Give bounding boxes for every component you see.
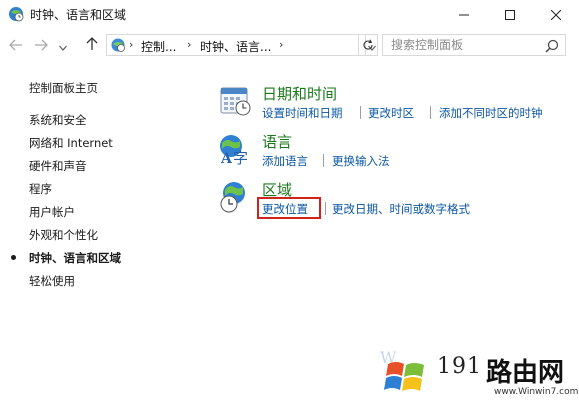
watermark: W 191 路由网 www.Winwin7.com bbox=[378, 348, 579, 406]
up-button[interactable] bbox=[82, 35, 102, 55]
up-arrow-icon bbox=[86, 36, 98, 55]
sidebar-item-clock-language-region[interactable]: 时钟、语言和区域 bbox=[29, 250, 121, 266]
control-panel-icon bbox=[110, 37, 126, 53]
recent-locations-button[interactable] bbox=[56, 35, 70, 55]
breadcrumb-clock-language[interactable]: 时钟、语言... bbox=[200, 38, 271, 55]
category-language-title[interactable]: 语言 bbox=[262, 131, 292, 152]
current-page-bullet bbox=[11, 255, 16, 260]
watermark-number: 191 bbox=[437, 354, 482, 379]
sidebar-item-appearance[interactable]: 外观和个性化 bbox=[29, 227, 98, 243]
sidebar-item-user-accounts[interactable]: 用户帐户 bbox=[29, 204, 75, 220]
close-icon bbox=[550, 5, 562, 24]
category-date-time-title[interactable]: 日期和时间 bbox=[262, 83, 337, 104]
sidebar-item-hardware-sound[interactable]: 硬件和声音 bbox=[29, 158, 87, 174]
link-divider bbox=[323, 154, 324, 167]
watermark-url: www.Winwin7.com bbox=[494, 387, 579, 397]
sidebar-item-programs[interactable]: 程序 bbox=[29, 181, 52, 197]
back-button[interactable] bbox=[6, 35, 26, 55]
minimize-icon bbox=[459, 5, 469, 24]
forward-arrow-icon bbox=[34, 36, 48, 55]
clock-language-region-icon bbox=[8, 6, 24, 22]
region-globe-icon[interactable] bbox=[218, 180, 252, 214]
breadcrumb-separator: › bbox=[187, 38, 192, 51]
change-date-time-number-format-link[interactable]: 更改日期、时间或数字格式 bbox=[332, 201, 470, 217]
add-language-link[interactable]: 添加语言 bbox=[262, 153, 308, 169]
search-icon[interactable] bbox=[545, 38, 561, 54]
address-bar[interactable]: › 控制... › 时钟、语言... › bbox=[106, 34, 366, 56]
navigation-bar: › 控制... › 时钟、语言... › bbox=[0, 31, 579, 59]
change-time-zone-link[interactable]: 更改时区 bbox=[368, 105, 414, 121]
svg-text:A: A bbox=[220, 151, 233, 166]
back-arrow-icon bbox=[9, 36, 23, 55]
sidebar-item-network-internet[interactable]: 网络和 Internet bbox=[29, 135, 113, 151]
refresh-button[interactable] bbox=[358, 34, 378, 56]
breadcrumb-control-panel[interactable]: 控制... bbox=[141, 38, 176, 55]
watermark-brand: 路由网 bbox=[486, 358, 565, 388]
close-button[interactable] bbox=[533, 0, 579, 28]
sidebar-item-system-security[interactable]: 系统和安全 bbox=[29, 112, 87, 128]
link-divider bbox=[430, 106, 431, 119]
set-time-date-link[interactable]: 设置时间和日期 bbox=[262, 105, 343, 121]
search-box[interactable] bbox=[382, 34, 566, 56]
maximize-button[interactable] bbox=[487, 0, 533, 28]
chevron-down-icon bbox=[59, 36, 67, 55]
link-divider bbox=[325, 202, 326, 215]
forward-button[interactable] bbox=[31, 35, 51, 55]
language-icon[interactable]: A 字 bbox=[217, 132, 251, 167]
control-panel-home-link[interactable]: 控制面板主页 bbox=[29, 80, 98, 96]
left-navigation-pane: 控制面板主页 系统和安全 网络和 Internet 硬件和声音 程序 用户帐户 … bbox=[0, 60, 200, 406]
refresh-icon bbox=[362, 36, 374, 55]
control-panel-window: 时钟、语言和区域 › 控制... › 时钟、语言... › 搜索控制面板 控制面… bbox=[0, 0, 579, 406]
sidebar-item-ease-of-access[interactable]: 轻松使用 bbox=[29, 273, 75, 289]
add-clocks-link[interactable]: 添加不同时区的时钟 bbox=[439, 105, 543, 121]
svg-text:字: 字 bbox=[233, 149, 248, 166]
maximize-icon bbox=[505, 5, 515, 24]
change-input-method-link[interactable]: 更换输入法 bbox=[332, 153, 390, 169]
windows-logo-icon bbox=[384, 356, 428, 400]
date-time-icon[interactable] bbox=[218, 84, 252, 118]
breadcrumb-separator: › bbox=[279, 38, 284, 51]
search-input[interactable] bbox=[383, 35, 551, 55]
title-bar: 时钟、语言和区域 bbox=[0, 0, 579, 28]
window-title: 时钟、语言和区域 bbox=[30, 8, 127, 22]
breadcrumb-separator: › bbox=[129, 38, 134, 51]
link-divider bbox=[360, 106, 361, 119]
minimize-button[interactable] bbox=[441, 0, 487, 28]
highlight-box bbox=[257, 197, 321, 219]
